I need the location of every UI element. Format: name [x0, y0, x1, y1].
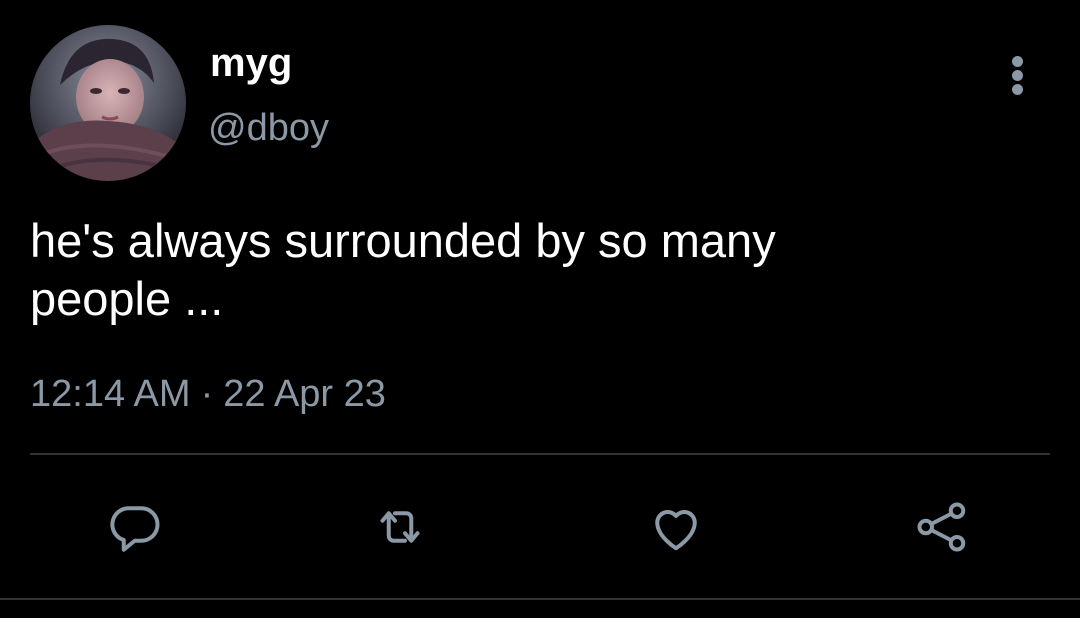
reply-button[interactable]: [105, 497, 165, 557]
tweet-card: myg @dboy he's always surrounded by so m…: [0, 0, 1080, 618]
more-options-button[interactable]: [998, 52, 1038, 98]
reply-icon: [110, 506, 160, 552]
avatar[interactable]: [30, 25, 186, 181]
share-icon: [917, 502, 966, 552]
tweet-timestamp[interactable]: 12:14 AM · 22 Apr 23: [30, 372, 386, 416]
tweet-time: 12:14 AM: [30, 373, 191, 415]
divider: [0, 598, 1080, 600]
divider: [30, 453, 1050, 455]
timestamp-separator: ·: [200, 373, 214, 415]
retweet-icon: [380, 511, 420, 543]
like-button[interactable]: [646, 497, 706, 557]
tweet-date: 22 Apr 23: [223, 373, 386, 415]
retweet-button[interactable]: [370, 497, 430, 557]
display-name[interactable]: myg: [210, 40, 292, 86]
avatar-photo: [30, 25, 186, 181]
heart-icon: [655, 510, 697, 551]
share-button[interactable]: [912, 497, 972, 557]
tweet-text: he's always surrounded by so many people…: [30, 214, 776, 325]
user-handle[interactable]: @dboy: [208, 106, 329, 150]
